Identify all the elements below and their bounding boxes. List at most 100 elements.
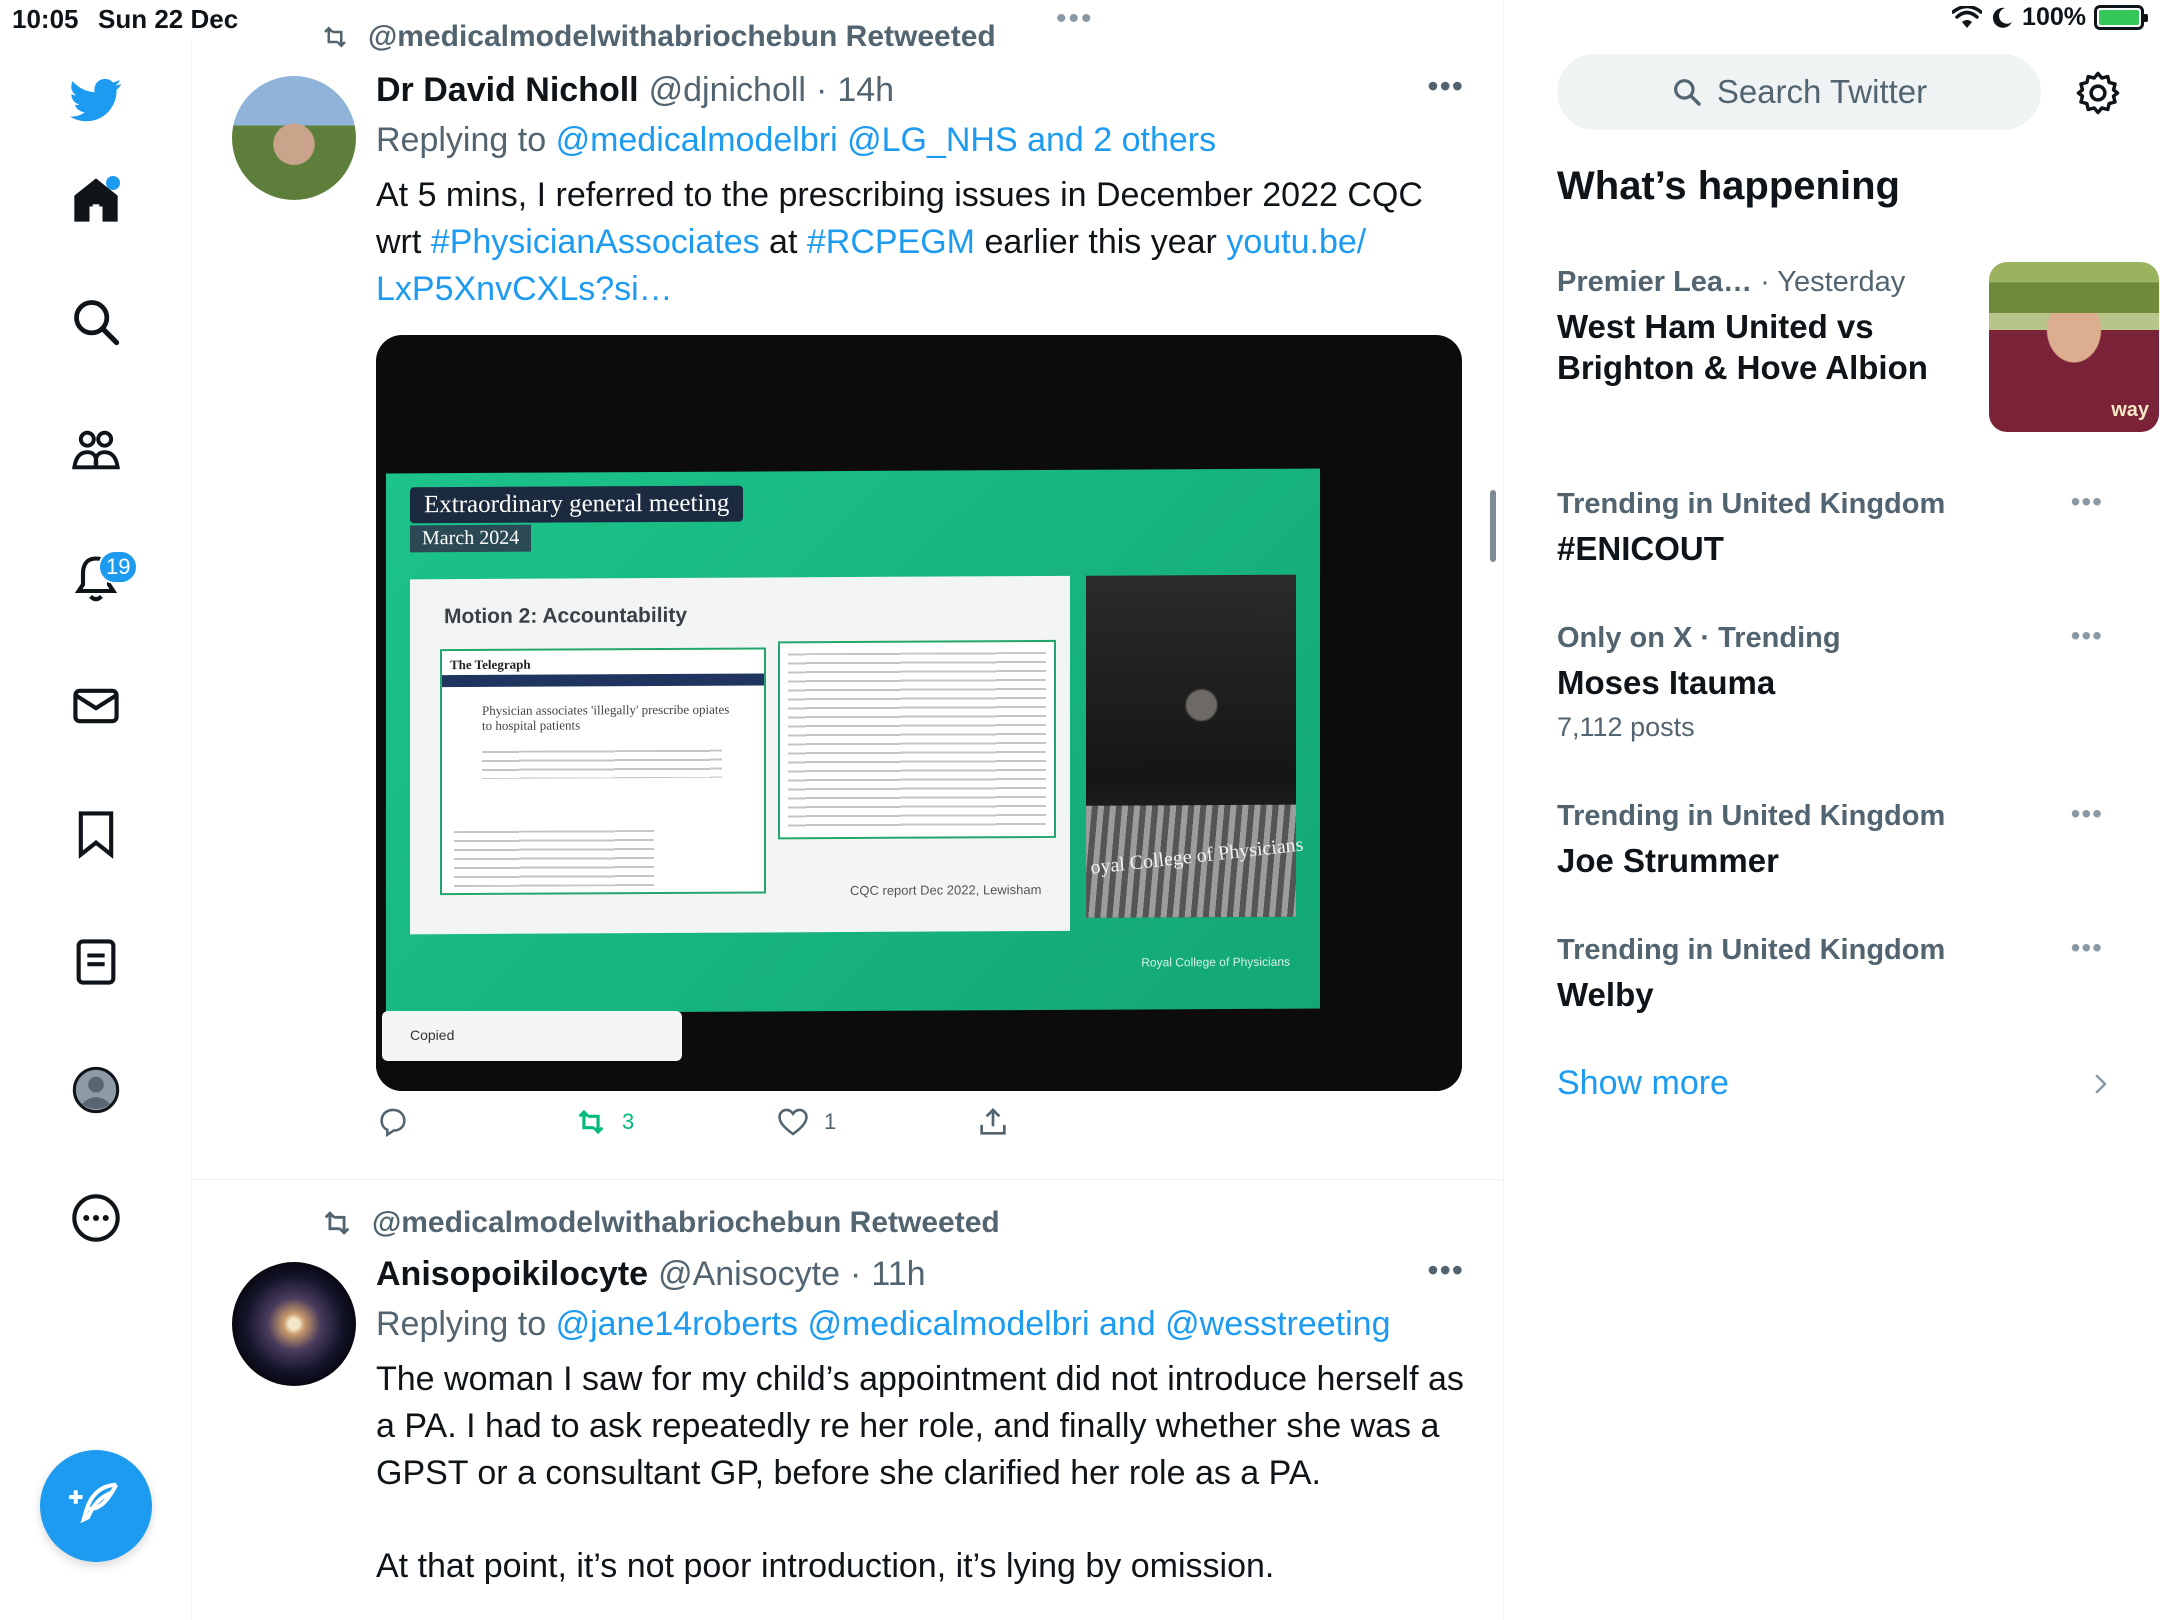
copied-toast: Copied bbox=[382, 1011, 682, 1061]
trend-more-icon[interactable]: ••• bbox=[2071, 620, 2103, 652]
replying-to-links[interactable]: @jane14roberts @medicalmodelbri and @wes… bbox=[556, 1305, 1391, 1343]
nav-profile[interactable] bbox=[56, 1050, 136, 1130]
tweet-header: Dr David Nicholl @djnicholl · 14h bbox=[376, 68, 1464, 112]
trend-meta: Trending in United Kingdom bbox=[1557, 934, 1946, 966]
trend-count: 7,112 posts bbox=[1557, 712, 1695, 742]
retweet-context-icon bbox=[324, 26, 346, 48]
tweet-time[interactable]: 14h bbox=[837, 68, 894, 112]
trend-item[interactable]: Only on X · Trending Moses Itauma 7,112 … bbox=[1557, 618, 2103, 747]
tweet-paragraph: At that point, it’s not poor introductio… bbox=[376, 1547, 1275, 1585]
tweet[interactable]: @medicalmodelwithabriochebun Retweeted D… bbox=[192, 20, 1503, 1180]
nav-communities[interactable] bbox=[56, 410, 136, 490]
timeline: @medicalmodelwithabriochebun Retweeted D… bbox=[192, 0, 1504, 1620]
reply-icon bbox=[380, 1108, 406, 1138]
trend-topic: Joe Strummer bbox=[1557, 842, 1779, 879]
notification-badge: 19 bbox=[98, 550, 139, 584]
newspaper-headline: Physician associates 'illegally' prescri… bbox=[482, 701, 730, 733]
trend-more-icon[interactable]: ••• bbox=[2071, 932, 2103, 964]
trend-topic: #ENICOUT bbox=[1557, 530, 1724, 567]
author-handle[interactable]: @Anisocyte bbox=[658, 1252, 840, 1296]
presentation-slide: Extraordinary general meeting March 2024… bbox=[386, 468, 1320, 1014]
replying-to-links[interactable]: @medicalmodelbri @LG_NHS and 2 others bbox=[556, 121, 1217, 159]
nav-messages[interactable] bbox=[56, 666, 136, 746]
podium-text: oyal College of Physicians bbox=[1089, 833, 1305, 879]
retweet-icon bbox=[578, 1109, 604, 1135]
share-button[interactable] bbox=[976, 1105, 1010, 1139]
search-input[interactable]: Search Twitter bbox=[1557, 54, 2041, 130]
like-count: 1 bbox=[824, 1109, 837, 1134]
trend-topic: Welby bbox=[1557, 976, 1654, 1013]
gear-icon[interactable] bbox=[2075, 70, 2121, 116]
thumbnail-text: way bbox=[2111, 399, 2149, 421]
nav-notifications[interactable]: 19 bbox=[56, 538, 139, 618]
bookmarks-icon bbox=[78, 811, 114, 859]
slide-title: Extraordinary general meeting bbox=[410, 485, 744, 524]
tweet-text: At 5 mins, I referred to the prescribing… bbox=[376, 176, 1423, 308]
compose-icon bbox=[69, 1482, 119, 1524]
author-handle[interactable]: @djnicholl bbox=[649, 68, 806, 112]
slide-date: March 2024 bbox=[410, 524, 532, 553]
tweet-body: Anisopoikilocyte @Anisocyte · 11h ••• Re… bbox=[376, 1252, 1464, 1590]
home-new-dot bbox=[106, 176, 120, 190]
twitter-logo-icon[interactable] bbox=[56, 60, 136, 140]
tweet-paragraph: The woman I saw for my child’s appointme… bbox=[376, 1360, 1464, 1492]
trend-item[interactable]: Trending in United Kingdom #ENICOUT ••• bbox=[1557, 484, 2103, 569]
cqc-caption: CQC report Dec 2022, Lewisham bbox=[850, 882, 1042, 899]
trend-item[interactable]: Trending in United Kingdom Joe Strummer … bbox=[1557, 796, 2103, 881]
newspaper-masthead: The Telegraph bbox=[450, 656, 531, 673]
lists-icon bbox=[76, 939, 116, 985]
slide-motion: Motion 2: Accountability bbox=[444, 603, 688, 629]
tweet-time[interactable]: 11h bbox=[871, 1252, 925, 1296]
like-button[interactable]: 1 bbox=[776, 1105, 836, 1139]
nav-explore[interactable] bbox=[56, 282, 136, 362]
tweet-more-icon[interactable]: ••• bbox=[1427, 68, 1464, 105]
retweet-context-label[interactable]: @medicalmodelwithabriochebun Retweeted bbox=[368, 20, 996, 54]
search-placeholder: Search Twitter bbox=[1716, 73, 1928, 110]
status-time: 10:05 bbox=[12, 4, 79, 34]
compose-button[interactable] bbox=[40, 1450, 152, 1562]
speaker-photo: oyal College of Physicians bbox=[1086, 574, 1304, 918]
trend-meta: Trending in United Kingdom bbox=[1557, 488, 1946, 520]
trend-meta: Trending in United Kingdom bbox=[1557, 800, 1946, 832]
avatar[interactable] bbox=[232, 1262, 356, 1386]
messages-icon bbox=[73, 688, 119, 724]
left-nav: 19 bbox=[0, 40, 192, 1620]
tweet-media-image[interactable]: Extraordinary general meeting March 2024… bbox=[376, 335, 1462, 1091]
retweet-count: 3 bbox=[622, 1109, 635, 1134]
scrollbar-thumb[interactable] bbox=[1490, 490, 1496, 562]
trend-more-icon[interactable]: ••• bbox=[2071, 798, 2103, 830]
nav-lists[interactable] bbox=[56, 922, 136, 1002]
trend-meta: Only on X · Trending bbox=[1557, 622, 1841, 654]
author-name[interactable]: Dr David Nicholl bbox=[376, 68, 639, 112]
slide-panel: Motion 2: Accountability The Telegraph P… bbox=[410, 575, 1070, 935]
retweet-button[interactable]: 3 bbox=[574, 1105, 634, 1139]
cqc-report-excerpt bbox=[778, 639, 1056, 840]
rcp-logo: Royal College of Physicians bbox=[1141, 954, 1290, 970]
retweet-context-icon bbox=[324, 1211, 350, 1235]
chevron-right-icon[interactable] bbox=[2085, 1066, 2115, 1102]
trend-item[interactable]: Trending in United Kingdom Welby ••• bbox=[1557, 930, 2103, 1015]
replying-to: Replying to @medicalmodelbri @LG_NHS and… bbox=[376, 121, 1217, 159]
author-name[interactable]: Anisopoikilocyte bbox=[376, 1252, 648, 1296]
trend-more-icon[interactable]: ••• bbox=[2071, 486, 2103, 518]
trend-item[interactable]: Premier Lea… · Yesterday West Ham United… bbox=[1557, 262, 2159, 434]
profile-icon bbox=[72, 1066, 120, 1114]
more-icon bbox=[72, 1194, 120, 1242]
nav-home[interactable] bbox=[56, 160, 136, 240]
show-more-link[interactable]: Show more bbox=[1557, 1064, 1729, 1103]
nav-bookmarks[interactable] bbox=[56, 794, 136, 874]
nav-more[interactable] bbox=[56, 1178, 136, 1258]
replying-to: Replying to @jane14roberts @medicalmodel… bbox=[376, 1305, 1391, 1343]
tweet[interactable]: @medicalmodelwithabriochebun Retweeted A… bbox=[192, 1184, 1503, 1620]
tweet-actions: 3 1 bbox=[376, 1105, 1464, 1161]
hashtag-link[interactable]: #PhysicianAssociates bbox=[431, 223, 760, 261]
avatar[interactable] bbox=[232, 76, 356, 200]
heart-icon bbox=[778, 1108, 808, 1136]
reply-button[interactable] bbox=[376, 1105, 424, 1139]
tweet-header: Anisopoikilocyte @Anisocyte · 11h bbox=[376, 1252, 1464, 1296]
retweet-context-label[interactable]: @medicalmodelwithabriochebun Retweeted bbox=[372, 1206, 1000, 1240]
trend-thumbnail: way bbox=[1989, 262, 2159, 432]
hashtag-link[interactable]: #RCPEGM bbox=[807, 223, 975, 261]
tweet-body: Dr David Nicholl @djnicholl · 14h ••• Re… bbox=[376, 68, 1464, 1161]
tweet-more-icon[interactable]: ••• bbox=[1427, 1252, 1464, 1289]
